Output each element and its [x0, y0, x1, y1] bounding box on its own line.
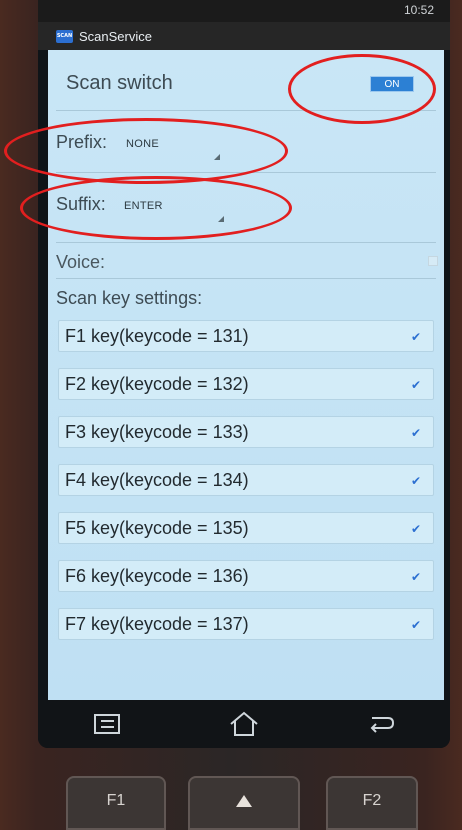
key-item-f1[interactable]: F1 key(keycode = 131) ✔	[58, 320, 434, 352]
key-item-label: F6 key(keycode = 136)	[65, 566, 249, 586]
highlight-oval-prefix	[4, 118, 288, 184]
hardware-key-f1[interactable]: F1	[66, 776, 166, 830]
key-item-f2[interactable]: F2 key(keycode = 132) ✔	[58, 368, 434, 400]
checkbox-checked-icon[interactable]: ✔	[411, 427, 423, 439]
key-item-f3[interactable]: F3 key(keycode = 133) ✔	[58, 416, 434, 448]
voice-checkbox[interactable]	[428, 256, 438, 266]
key-item-f4[interactable]: F4 key(keycode = 134) ✔	[58, 464, 434, 496]
divider	[56, 278, 436, 279]
key-item-f7[interactable]: F7 key(keycode = 137) ✔	[58, 608, 434, 640]
divider	[56, 242, 436, 243]
key-item-label: F1 key(keycode = 131)	[65, 326, 249, 346]
status-bar: 10:52	[38, 0, 450, 22]
checkbox-checked-icon[interactable]: ✔	[411, 331, 423, 343]
back-icon[interactable]	[361, 709, 401, 739]
key-item-f5[interactable]: F5 key(keycode = 135) ✔	[58, 512, 434, 544]
checkbox-checked-icon[interactable]: ✔	[411, 571, 423, 583]
key-item-f6[interactable]: F6 key(keycode = 136) ✔	[58, 560, 434, 592]
key-item-label: F7 key(keycode = 137)	[65, 614, 249, 634]
key-item-label: F5 key(keycode = 135)	[65, 518, 249, 538]
key-item-label: F3 key(keycode = 133)	[65, 422, 249, 442]
status-time: 10:52	[403, 3, 434, 17]
hardware-key-scan[interactable]	[188, 776, 300, 830]
highlight-oval-suffix	[20, 176, 292, 240]
app-title: ScanService	[79, 28, 152, 44]
highlight-oval-scan-switch	[288, 54, 436, 124]
voice-label: Voice:	[56, 252, 106, 272]
checkbox-checked-icon[interactable]: ✔	[411, 475, 423, 487]
checkbox-checked-icon[interactable]: ✔	[411, 523, 423, 535]
action-bar: SCAN ScanService	[38, 22, 450, 50]
checkbox-checked-icon[interactable]: ✔	[411, 379, 423, 391]
hardware-key-f2[interactable]: F2	[326, 776, 418, 830]
scan-switch-label: Scan switch	[66, 72, 173, 94]
home-icon[interactable]	[224, 709, 264, 739]
checkbox-checked-icon[interactable]: ✔	[411, 619, 423, 631]
key-item-label: F2 key(keycode = 132)	[65, 374, 249, 394]
key-item-label: F4 key(keycode = 134)	[65, 470, 249, 490]
recent-apps-icon[interactable]	[87, 709, 127, 739]
scan-key-settings-label: Scan key settings:	[56, 288, 203, 308]
navigation-bar	[38, 700, 450, 748]
triangle-up-icon	[236, 795, 252, 807]
app-icon: SCAN	[56, 29, 73, 43]
